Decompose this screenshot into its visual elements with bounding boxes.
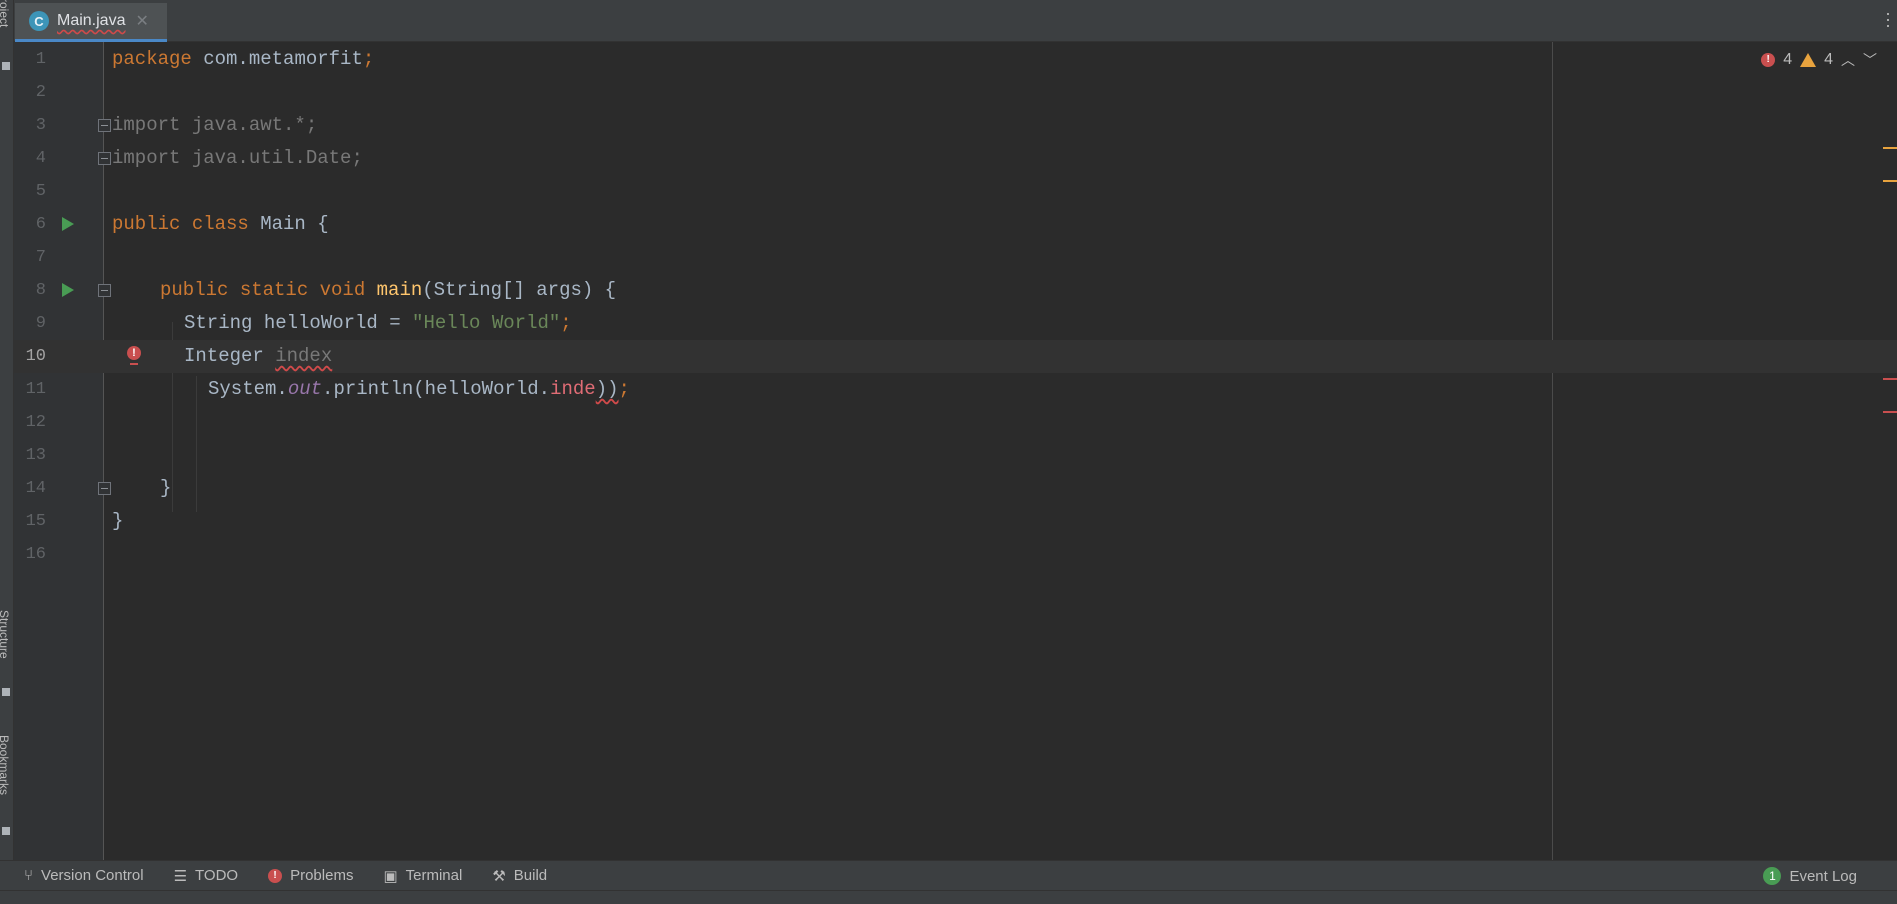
branch-icon: ⑂ (24, 867, 34, 884)
code-line-8[interactable]: 8 public static void main(String[] args)… (14, 274, 1897, 307)
code-line-14[interactable]: 14 } (14, 472, 1897, 505)
previous-highlight-icon[interactable]: ︿ (1841, 50, 1855, 70)
java-class-icon: C (29, 11, 49, 31)
problems-icon: ! (268, 868, 283, 883)
inspection-widget[interactable]: ! 4 4 ︿ ﹀ (1761, 50, 1877, 70)
code-text: } (160, 477, 172, 499)
code-text: System.out.println(helloWorld.inde)); (208, 378, 630, 400)
fold-collapse-icon[interactable] (98, 119, 111, 132)
list-icon: ☰ (173, 867, 188, 885)
code-line-7[interactable]: 7 (14, 241, 1897, 274)
line-number: 5 (35, 182, 46, 201)
build-button[interactable]: ⚒ Build (486, 861, 553, 891)
tab-label: Main.java (57, 12, 126, 29)
event-log-badge: 1 (1763, 867, 1782, 885)
more-options-icon[interactable]: · · · (1885, 4, 1891, 34)
code-text: public static void main(String[] args) { (160, 279, 617, 301)
fold-end-icon[interactable] (98, 482, 111, 495)
line-number: 9 (35, 314, 46, 333)
code-text: package com.metamorfit; (112, 48, 375, 70)
problems-button[interactable]: ! Problems (262, 861, 359, 891)
code-text: import java.util.Date; (112, 147, 363, 169)
line-number: 16 (25, 545, 46, 564)
editor-tab-bar: C Main.java ✕ · · · (14, 0, 1897, 42)
structure-icon (2, 688, 10, 696)
todo-button[interactable]: ☰ TODO (168, 861, 245, 891)
code-line-4[interactable]: 4 import java.util.Date; (14, 142, 1897, 175)
line-number: 12 (25, 413, 46, 432)
code-text: Integer index (184, 345, 333, 367)
next-highlight-icon[interactable]: ﹀ (1863, 50, 1877, 70)
code-line-5[interactable]: 5 (14, 175, 1897, 208)
line-number: 7 (35, 248, 46, 267)
line-number: 10 (25, 347, 46, 366)
line-number: 8 (35, 281, 46, 300)
code-line-1[interactable]: 1 package com.metamorfit; (14, 43, 1897, 76)
line-number: 3 (35, 116, 46, 135)
code-line-16[interactable]: 16 (14, 538, 1897, 571)
line-number: 14 (25, 479, 46, 498)
build-label: Build (513, 867, 548, 884)
line-number: 6 (35, 215, 46, 234)
code-text: public class Main { (112, 213, 329, 235)
tab-main-java[interactable]: C Main.java ✕ (15, 3, 167, 42)
fold-end-icon[interactable] (98, 152, 111, 165)
code-text: import java.awt.*; (112, 114, 318, 136)
run-class-icon[interactable] (62, 217, 74, 231)
line-number: 2 (35, 83, 46, 102)
project-icon (2, 62, 10, 70)
code-line-10[interactable]: 10 ! Integer index (14, 340, 1897, 373)
code-line-11[interactable]: 11 System.out.println(helloWorld.inde)); (14, 373, 1897, 406)
code-line-13[interactable]: 13 (14, 439, 1897, 472)
terminal-label: Terminal (405, 867, 463, 884)
warning-count-icon (1800, 53, 1817, 67)
structure-tab-label: Structure (0, 610, 11, 659)
error-count: 4 (1783, 51, 1793, 68)
code-line-9[interactable]: 9 String helloWorld = "Hello World"; (14, 307, 1897, 340)
hammer-icon: ⚒ (492, 867, 506, 885)
status-bar (0, 890, 1897, 904)
error-stripe-mark[interactable] (1883, 378, 1897, 380)
code-text: } (112, 510, 124, 532)
project-tab-label: Project (0, 0, 11, 28)
warning-stripe-mark[interactable] (1883, 180, 1897, 182)
code-line-6[interactable]: 6 public class Main { (14, 208, 1897, 241)
bottom-tool-bar: ⑂ Version Control ☰ TODO ! Problems ▣ Te… (0, 860, 1897, 890)
line-number: 1 (35, 50, 46, 69)
close-icon[interactable]: ✕ (135, 11, 148, 31)
line-number: 4 (35, 149, 46, 168)
event-log-button[interactable]: 1 Event Log (1763, 861, 1857, 891)
error-count-icon: ! (1761, 53, 1776, 67)
fold-collapse-icon[interactable] (98, 284, 111, 297)
version-control-button[interactable]: ⑂ Version Control (18, 861, 150, 891)
warning-stripe-mark[interactable] (1883, 147, 1897, 149)
code-text: String helloWorld = "Hello World"; (184, 312, 572, 334)
code-editor[interactable]: 1 package com.metamorfit; 2 3 import jav… (14, 42, 1897, 860)
line-number: 15 (25, 512, 46, 531)
terminal-button[interactable]: ▣ Terminal (377, 861, 468, 891)
todo-label: TODO (195, 867, 239, 884)
code-line-12[interactable]: 12 (14, 406, 1897, 439)
left-tool-strip: Project Structure Bookmarks (0, 0, 14, 860)
code-line-15[interactable]: 15 } (14, 505, 1897, 538)
error-bulb-icon[interactable]: ! (127, 346, 141, 365)
line-number: 13 (25, 446, 46, 465)
event-log-label: Event Log (1789, 867, 1857, 885)
code-line-2[interactable]: 2 (14, 76, 1897, 109)
version-control-label: Version Control (41, 867, 144, 884)
code-line-3[interactable]: 3 import java.awt.*; (14, 109, 1897, 142)
problems-label: Problems (290, 867, 354, 884)
line-number: 11 (25, 380, 46, 399)
run-main-icon[interactable] (62, 283, 74, 297)
error-stripe-mark[interactable] (1883, 411, 1897, 413)
bookmark-icon (2, 827, 10, 835)
warning-count: 4 (1824, 51, 1833, 68)
terminal-icon: ▣ (383, 867, 398, 885)
bookmarks-tab-label: Bookmarks (0, 735, 11, 796)
